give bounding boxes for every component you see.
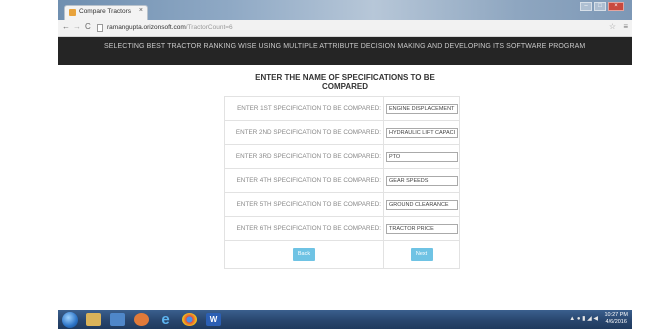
- reload-icon[interactable]: C: [85, 22, 91, 31]
- site-header: SELECTING BEST TRACTOR RANKING WISE USIN…: [58, 37, 632, 65]
- spec-row: ENTER 5TH SPECIFICATION TO BE COMPARED: …: [224, 192, 460, 217]
- spec-row: ENTER 6TH SPECIFICATION TO BE COMPARED: …: [224, 216, 460, 241]
- tab-close-icon[interactable]: ×: [139, 7, 143, 14]
- spec-row: ENTER 2ND SPECIFICATION TO BE COMPARED: …: [224, 120, 460, 145]
- forward-arrow-icon[interactable]: →: [73, 22, 81, 31]
- spec-label: ENTER 5TH SPECIFICATION TO BE COMPARED:: [224, 192, 384, 217]
- taskbar: e W ▲ ● ▮ ◢ ◀ 10:27 PM 4/6/2016: [58, 310, 632, 329]
- spec-label: ENTER 4TH SPECIFICATION TO BE COMPARED:: [224, 168, 384, 193]
- spec-input-6[interactable]: TRACTOR PRICE: [386, 223, 458, 234]
- minimize-button[interactable]: –: [580, 2, 592, 11]
- button-row: Back Next: [224, 240, 460, 269]
- maximize-button[interactable]: □: [594, 2, 606, 11]
- spec-row: ENTER 1ST SPECIFICATION TO BE COMPARED: …: [224, 96, 460, 121]
- window-controls: – □ ×: [580, 2, 624, 13]
- clock-time: 10:27 PM: [604, 312, 628, 318]
- spec-row: ENTER 4TH SPECIFICATION TO BE COMPARED: …: [224, 168, 460, 193]
- spec-form-table: ENTER 1ST SPECIFICATION TO BE COMPARED: …: [224, 96, 460, 269]
- spec-input-2[interactable]: HYDRAULIC LIFT CAPACI: [386, 127, 458, 138]
- app-icon[interactable]: [134, 313, 149, 326]
- spec-label: ENTER 2ND SPECIFICATION TO BE COMPARED:: [224, 120, 384, 145]
- spec-label: ENTER 1ST SPECIFICATION TO BE COMPARED:: [224, 96, 384, 121]
- spec-input-5[interactable]: GROUND CLEARANCE: [386, 199, 458, 210]
- menu-icon[interactable]: ≡: [623, 22, 628, 31]
- close-window-button[interactable]: ×: [608, 2, 624, 11]
- back-arrow-icon[interactable]: ←: [62, 22, 70, 31]
- chrome-icon[interactable]: [182, 313, 197, 326]
- spec-label: ENTER 3RD SPECIFICATION TO BE COMPARED:: [224, 144, 384, 169]
- title-bar: Compare Tractors × – □ ×: [58, 0, 632, 20]
- system-tray[interactable]: ▲ ● ▮ ◢ ◀: [569, 315, 598, 322]
- browser-window: Compare Tractors × – □ × ← → C ramangupt…: [58, 0, 632, 302]
- form-heading-line1: ENTER THE NAME OF SPECIFICATIONS TO BE: [255, 73, 435, 82]
- browser-tab[interactable]: Compare Tractors ×: [64, 5, 148, 20]
- clock-date: 4/6/2016: [605, 319, 627, 325]
- internet-explorer-icon[interactable]: e: [158, 312, 173, 327]
- page-icon: [97, 24, 103, 32]
- spec-label: ENTER 6TH SPECIFICATION TO BE COMPARED:: [224, 216, 384, 241]
- media-player-icon[interactable]: [110, 313, 125, 326]
- site-title: SELECTING BEST TRACTOR RANKING WISE USIN…: [104, 43, 586, 50]
- spec-input-4[interactable]: GEAR SPEEDS: [386, 175, 458, 186]
- back-button[interactable]: Back: [293, 248, 315, 261]
- start-button[interactable]: [62, 312, 78, 328]
- word-icon[interactable]: W: [206, 313, 221, 326]
- clock[interactable]: 10:27 PM 4/6/2016: [604, 312, 628, 326]
- next-button[interactable]: Next: [410, 248, 433, 261]
- bookmark-star-icon[interactable]: ☆: [609, 22, 616, 31]
- screen: Compare Tractors × – □ × ← → C ramangupt…: [0, 0, 670, 329]
- url-host: ramangupta.orizonsoft.com: [107, 24, 186, 31]
- favicon-icon: [69, 9, 76, 16]
- form-heading-line2: COMPARED: [321, 82, 369, 91]
- form-heading: ENTER THE NAME OF SPECIFICATIONS TO BE C…: [58, 73, 632, 91]
- tab-title: Compare Tractors: [79, 8, 132, 15]
- url-field[interactable]: ramangupta.orizonsoft.com/TractorCount=6: [107, 24, 233, 31]
- url-path: /TractorCount=6: [185, 24, 233, 31]
- address-bar: ← → C ramangupta.orizonsoft.com/TractorC…: [58, 20, 632, 37]
- file-explorer-icon[interactable]: [86, 313, 101, 326]
- spec-input-3[interactable]: PTO: [386, 151, 458, 162]
- spec-input-1[interactable]: ENGINE DISPLACEMENT: [386, 103, 458, 114]
- spec-row: ENTER 3RD SPECIFICATION TO BE COMPARED: …: [224, 144, 460, 169]
